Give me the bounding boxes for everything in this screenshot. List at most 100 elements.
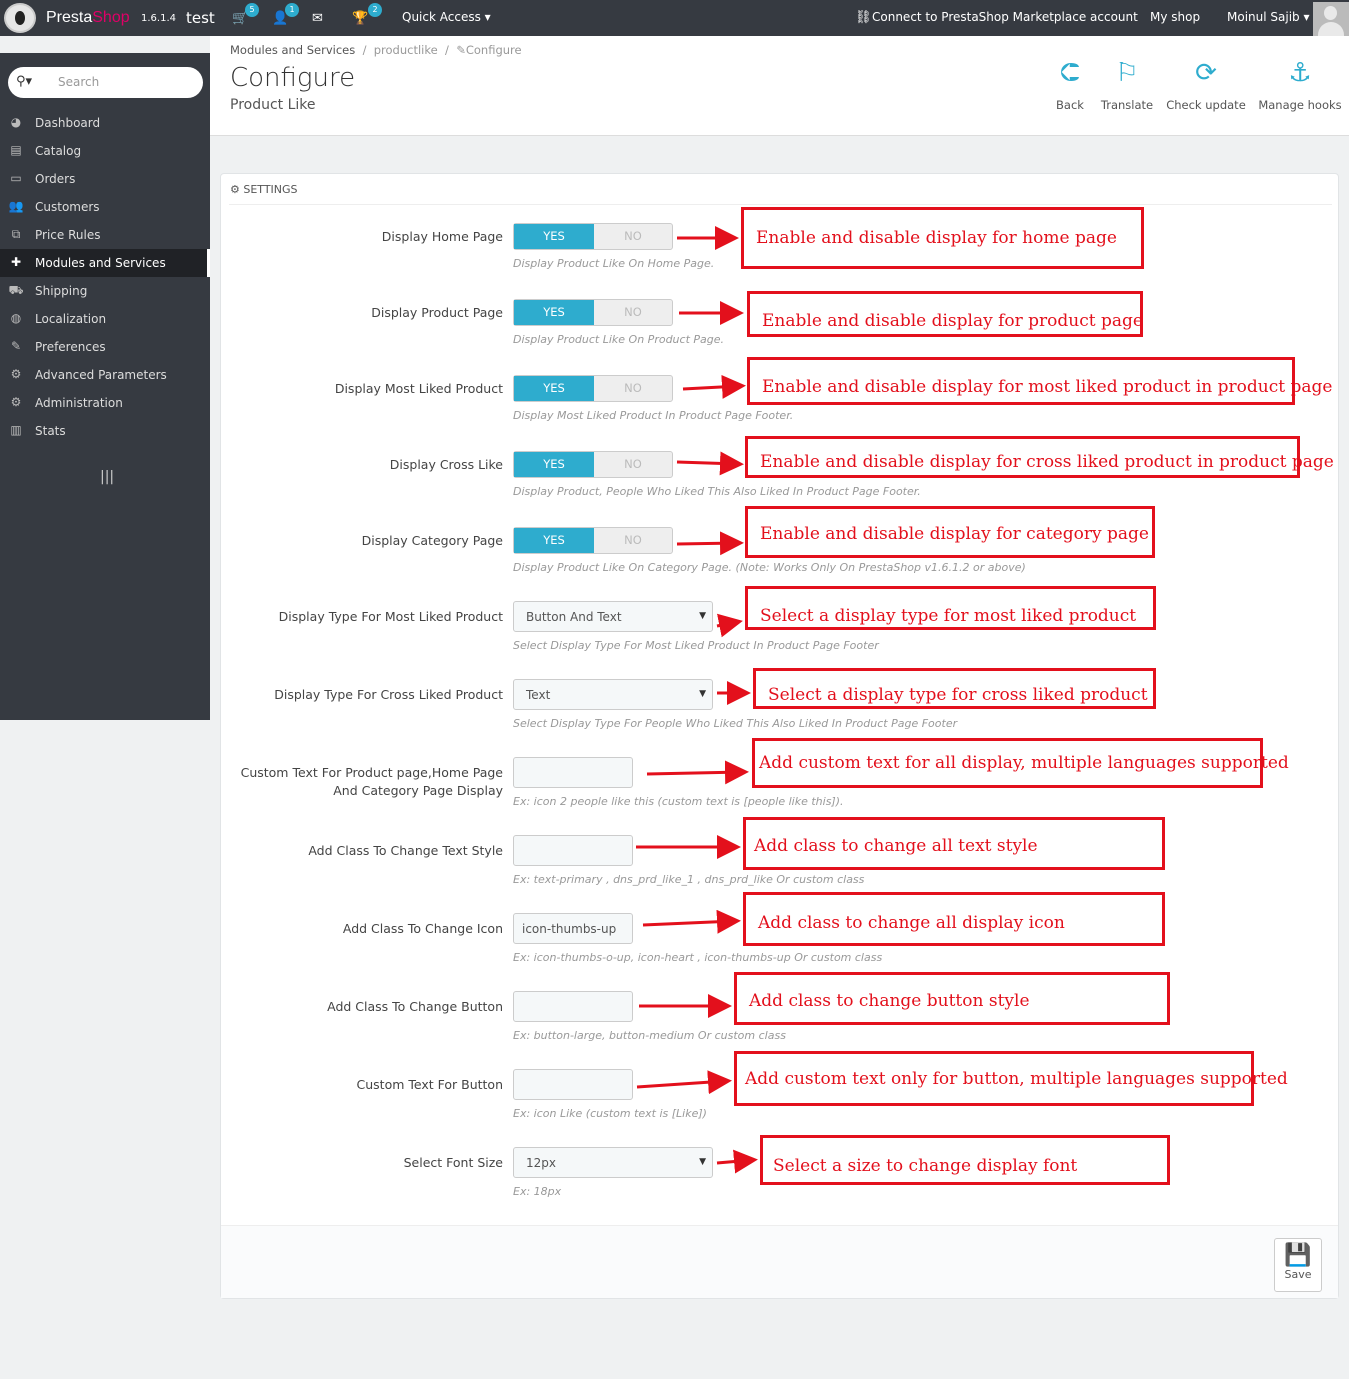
prestashop-logo[interactable] xyxy=(4,3,36,33)
save-button[interactable]: 💾 Save xyxy=(1274,1238,1322,1292)
font-size-select[interactable]: 12px ▼ xyxy=(513,1147,713,1178)
switch-yes[interactable]: YES xyxy=(514,224,594,249)
icon-class-help: Ex: icon-thumbs-o-up, icon-heart , icon-… xyxy=(513,951,883,964)
collapse-sidebar-icon[interactable]: ||| xyxy=(100,469,114,485)
brand-name[interactable]: PrestaShop xyxy=(46,9,130,27)
sidebar-item-preferences[interactable]: ✎ Preferences xyxy=(0,333,210,361)
envelope-icon[interactable]: ✉ xyxy=(312,11,323,26)
switch-yes[interactable]: YES xyxy=(514,300,594,325)
annotation-product: Enable and disable display for product p… xyxy=(747,291,1143,337)
save-label: Save xyxy=(1284,1268,1312,1281)
sidebar-item-label: Customers xyxy=(35,200,100,214)
breadcrumb-separator: / xyxy=(362,43,367,57)
sidebar-item-customers[interactable]: 👥 Customers xyxy=(0,193,210,221)
type-most-liked-help: Select Display Type For Most Liked Produ… xyxy=(513,639,879,652)
shop-name-link[interactable]: test xyxy=(186,9,215,27)
panel-footer: 💾 Save xyxy=(221,1225,1338,1298)
divider xyxy=(229,204,1332,205)
home-page-switch[interactable]: YES NO xyxy=(513,223,673,250)
sidebar-item-label: Modules and Services xyxy=(35,256,166,270)
orders-badge: 5 xyxy=(245,3,259,17)
sidebar-item-localization[interactable]: ◍ Localization xyxy=(0,305,210,333)
breadcrumb-modules[interactable]: Modules and Services xyxy=(230,43,355,57)
sidebar-item-orders[interactable]: ▭ Orders xyxy=(0,165,210,193)
caret-down-icon: ▼ xyxy=(699,1157,706,1167)
annotation-most-liked: Enable and disable display for most like… xyxy=(747,357,1332,405)
switch-yes[interactable]: YES xyxy=(514,376,594,401)
page-header: Modules and Services / productlike / ✎Co… xyxy=(210,36,1349,136)
sidebar-item-price-rules[interactable]: ⧉ Price Rules xyxy=(0,221,210,249)
sidebar-item-label: Catalog xyxy=(35,144,82,158)
back-button[interactable]: ⮈ Back xyxy=(1055,58,1085,112)
check-update-label: Check update xyxy=(1166,98,1246,112)
user-menu[interactable]: Moinul Sajib ▾ xyxy=(1227,10,1309,24)
chain-icon: ⛓ xyxy=(855,10,872,25)
select-value: Text xyxy=(526,688,551,702)
sidebar-item-shipping[interactable]: ⛟ Shipping xyxy=(0,277,210,305)
cog-icon: ⚙ xyxy=(10,395,22,409)
category-page-switch[interactable]: YES NO xyxy=(513,527,673,554)
switch-yes[interactable]: YES xyxy=(514,452,594,477)
manage-hooks-button[interactable]: ⚓ Manage hooks xyxy=(1257,58,1343,112)
sidebar-item-label: Shipping xyxy=(35,284,88,298)
switch-no[interactable]: NO xyxy=(594,376,672,401)
flag-icon: ⚐ xyxy=(1115,58,1139,88)
annotation-text-class: Add class to change all text style xyxy=(743,817,1165,870)
translate-button[interactable]: ⚐ Translate xyxy=(1099,58,1155,112)
sidebar-item-dashboard[interactable]: ◕ Dashboard xyxy=(0,109,210,137)
quick-access-menu[interactable]: Quick Access ▾ xyxy=(402,10,491,24)
book-icon: ▤ xyxy=(10,143,22,157)
button-class-label: Add Class To Change Button xyxy=(327,999,503,1014)
trophy-icon[interactable]: 🏆 xyxy=(352,11,368,26)
sidebar-item-label: Stats xyxy=(35,424,66,438)
marketplace-link[interactable]: Connect to PrestaShop Marketplace accoun… xyxy=(872,10,1138,24)
search-input[interactable]: Search xyxy=(58,75,99,89)
caret-down-icon: ▼ xyxy=(699,689,706,699)
sidebar-item-label: Price Rules xyxy=(35,228,101,242)
product-page-switch[interactable]: YES NO xyxy=(513,299,673,326)
cross-like-switch[interactable]: YES NO xyxy=(513,451,673,478)
sidebar-item-stats[interactable]: ▥ Stats xyxy=(0,417,210,445)
switch-no[interactable]: NO xyxy=(594,300,672,325)
switch-no[interactable]: NO xyxy=(594,528,672,553)
category-page-help: Display Product Like On Category Page. (… xyxy=(513,561,1026,574)
caret-down-icon: ▼ xyxy=(699,611,706,621)
switch-no[interactable]: NO xyxy=(594,452,672,477)
search-box[interactable]: ⚲▾ Search xyxy=(8,67,203,98)
search-icon[interactable]: ⚲▾ xyxy=(16,74,32,89)
type-most-liked-select[interactable]: Button And Text ▼ xyxy=(513,601,713,632)
sidebar-item-administration[interactable]: ⚙ Administration xyxy=(0,389,210,417)
switch-yes[interactable]: YES xyxy=(514,528,594,553)
most-liked-switch[interactable]: YES NO xyxy=(513,375,673,402)
text-class-input[interactable] xyxy=(513,835,633,866)
annotation-cross-like: Enable and disable display for cross lik… xyxy=(745,436,1334,478)
switch-no[interactable]: NO xyxy=(594,224,672,249)
wrench-icon: ✎ xyxy=(10,339,22,353)
cogs-icon: ⚙ xyxy=(10,367,22,381)
breadcrumb-productlike[interactable]: productlike xyxy=(374,43,438,57)
breadcrumb: Modules and Services / productlike / ✎Co… xyxy=(230,43,522,57)
sidebar-item-label: Administration xyxy=(35,396,123,410)
my-shop-link[interactable]: My shop xyxy=(1150,10,1200,24)
font-size-help: Ex: 18px xyxy=(513,1185,562,1198)
sidebar-item-advanced-parameters[interactable]: ⚙ Advanced Parameters xyxy=(0,361,210,389)
sidebar-item-catalog[interactable]: ▤ Catalog xyxy=(0,137,210,165)
most-liked-label: Display Most Liked Product xyxy=(334,381,503,396)
back-label: Back xyxy=(1056,98,1084,112)
anchor-icon: ⚓ xyxy=(1288,58,1312,88)
custom-text-label-line2: And Category Page Display xyxy=(333,783,503,798)
refresh-icon: ⟳ xyxy=(1195,58,1217,88)
sidebar-item-modules[interactable]: ✚ Modules and Services xyxy=(0,249,210,277)
check-update-button[interactable]: ⟳ Check update xyxy=(1166,58,1246,112)
button-text-input[interactable] xyxy=(513,1069,633,1100)
text-class-label: Add Class To Change Text Style xyxy=(308,843,503,858)
icon-class-input[interactable]: icon-thumbs-up xyxy=(513,913,633,944)
button-class-input[interactable] xyxy=(513,991,633,1022)
cross-like-help: Display Product, People Who Liked This A… xyxy=(513,485,921,498)
custom-text-input[interactable] xyxy=(513,757,633,788)
type-cross-liked-select[interactable]: Text ▼ xyxy=(513,679,713,710)
breadcrumb-separator: / xyxy=(445,43,449,57)
globe-icon: ◍ xyxy=(10,311,22,325)
avatar[interactable] xyxy=(1313,2,1349,36)
puzzle-icon: ✚ xyxy=(10,255,22,269)
